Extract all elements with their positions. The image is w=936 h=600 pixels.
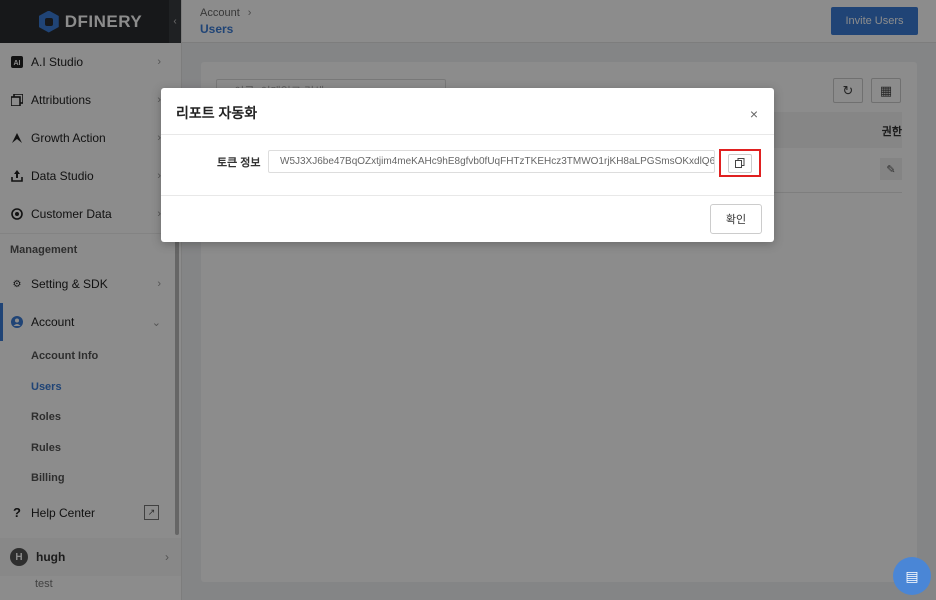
copy-icon bbox=[728, 153, 752, 173]
modal-title: 리포트 자동화 bbox=[176, 105, 258, 121]
confirm-button[interactable]: 확인 bbox=[710, 204, 762, 234]
copy-token-button[interactable] bbox=[719, 149, 761, 177]
token-field[interactable]: W5J3XJ6be47BqOZxtjim4meKAHc9hE8gfvb0fUqF… bbox=[268, 150, 715, 173]
modal-header: 리포트 자동화 × bbox=[161, 88, 774, 135]
close-icon[interactable]: × bbox=[750, 106, 758, 122]
chat-support-button[interactable]: ▤ bbox=[893, 557, 931, 595]
modal-body: 토큰 정보 W5J3XJ6be47BqOZxtjim4meKAHc9hE8gfv… bbox=[161, 135, 774, 196]
chat-icon: ▤ bbox=[905, 567, 919, 584]
report-automation-modal: 리포트 자동화 × 토큰 정보 W5J3XJ6be47BqOZxtjim4meK… bbox=[161, 88, 774, 242]
token-label: 토큰 정보 bbox=[217, 157, 261, 169]
